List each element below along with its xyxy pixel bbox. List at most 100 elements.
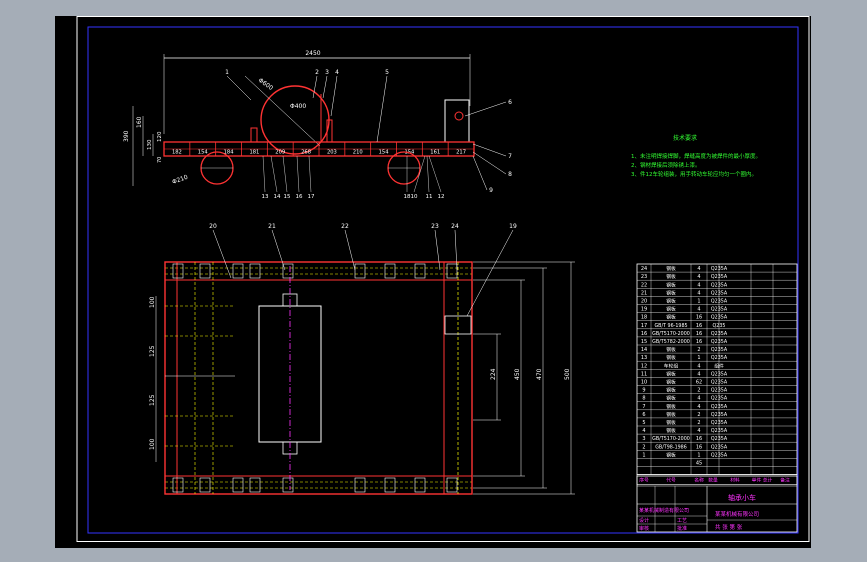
bom-name: 钢板 xyxy=(666,273,676,280)
callout-label: 13 xyxy=(262,194,269,200)
bom-no: 15 xyxy=(641,339,647,345)
bom-qty: 16 xyxy=(696,315,702,321)
bom-header-cell: 备注 xyxy=(780,477,790,484)
title-sheet-count: 共 张 第 张 xyxy=(715,523,743,531)
callout-label: 9 xyxy=(489,187,493,194)
bom-material: Q235A xyxy=(711,452,728,458)
rail-bolt-block xyxy=(199,477,211,493)
callout-label: 8 xyxy=(508,171,512,178)
bom-qty: 4 xyxy=(697,371,700,377)
dim-width-470: 470 xyxy=(536,368,543,380)
title-company: 某某机械有限公司 xyxy=(715,510,759,518)
bom-name: 钢板 xyxy=(666,370,676,377)
callout-label: 22 xyxy=(341,223,349,230)
bottom-rail xyxy=(164,475,473,495)
dim-height-total: 390 xyxy=(123,130,130,142)
top-rail xyxy=(164,261,473,281)
bom-material: Q235 xyxy=(713,323,726,329)
callout-label: 18 xyxy=(404,194,411,200)
bom-qty: 2 xyxy=(697,412,700,418)
bom-qty: 4 xyxy=(697,363,700,369)
bom-name: 钢板 xyxy=(666,411,676,418)
bom-qty: 1 xyxy=(697,452,700,458)
bom-header-cell: 序号 xyxy=(639,477,649,484)
dim-left-3: 125 xyxy=(149,394,156,406)
title-sign-process: 工艺 xyxy=(677,518,687,524)
dim-left-2: 125 xyxy=(149,345,156,357)
callout-label: 11 xyxy=(426,194,433,200)
callout-label: 7 xyxy=(508,153,512,160)
beam-segment-label: 154 xyxy=(198,150,209,156)
bom-no: 18 xyxy=(641,315,647,321)
bom-no: 4 xyxy=(642,428,645,434)
callout-label: 12 xyxy=(438,194,445,200)
dim-left-4: 100 xyxy=(149,438,156,450)
rail-bolt-block xyxy=(172,477,184,493)
dim-height-a: 160 xyxy=(136,116,143,128)
bom-header-cell: 单件 总计 xyxy=(752,477,773,484)
bom-qty: 4 xyxy=(697,404,700,410)
tech-note-2: 2、钢材焊接后须除锈上漆。 xyxy=(631,161,701,169)
dim-width-450: 450 xyxy=(514,368,521,380)
bom-qty: 16 xyxy=(696,323,702,329)
bom-no: 12 xyxy=(641,363,647,369)
bom-no: 24 xyxy=(641,266,647,272)
dim-left-1: 100 xyxy=(149,296,156,308)
bom-name: 钢板 xyxy=(666,306,676,313)
bom-name: 钢板 xyxy=(666,265,676,272)
dim-width-500: 500 xyxy=(564,368,571,380)
beam-segment-label: 182 xyxy=(172,150,182,156)
bom-qty: 4 xyxy=(697,290,700,296)
bom-material: Q235A xyxy=(711,428,728,434)
bom-no: 6 xyxy=(642,412,645,418)
bom-no: 19 xyxy=(641,307,647,313)
callout-label: 15 xyxy=(284,194,291,200)
rail-bolt-block xyxy=(249,477,261,493)
bom-name: 钢板 xyxy=(666,395,676,402)
bom-no: 10 xyxy=(641,380,647,386)
bom-name: 钢板 xyxy=(666,314,676,321)
bom-qty: 62 xyxy=(696,380,702,386)
bom-material: Q235A xyxy=(711,371,728,377)
dim-height-d: 70 xyxy=(157,157,163,163)
bom-qty: 4 xyxy=(697,282,700,288)
cad-viewer: 2450 Φ600 Φ400 182 154 184 181 209 268 203 210 1… xyxy=(0,0,867,562)
bom-no: 21 xyxy=(641,290,647,296)
bom-qty: 4 xyxy=(697,274,700,280)
bom-material: Q235A xyxy=(711,290,728,296)
bom-material: Q235A xyxy=(711,396,728,402)
bom-name: 钢板 xyxy=(666,281,676,288)
callout-label: 17 xyxy=(308,194,315,200)
dim-width-224: 224 xyxy=(490,368,497,380)
bom-name: GB/T5782-2000 xyxy=(652,339,690,345)
callout-label: 24 xyxy=(451,223,459,230)
dim-overall-length: 2450 xyxy=(305,50,320,57)
bom-qty: 4 xyxy=(697,307,700,313)
bom-qty: 16 xyxy=(696,339,702,345)
bom-material: Q235A xyxy=(711,274,728,280)
bom-name: 钢板 xyxy=(666,387,676,394)
bom-no: 3 xyxy=(642,436,645,442)
bom-no: 2 xyxy=(642,444,645,450)
rail-bolt-block xyxy=(384,263,396,279)
callout-label: 16 xyxy=(296,194,303,200)
rail-bolt-block xyxy=(446,477,458,493)
bom-qty: 2 xyxy=(697,347,700,353)
callout-label: 19 xyxy=(509,223,517,230)
bom-qty: 16 xyxy=(696,331,702,337)
rail-bolt-block xyxy=(354,263,366,279)
bom-name: GB/T 96-1985 xyxy=(654,323,687,329)
bom-qty: 4 xyxy=(697,266,700,272)
beam-segment-label: 210 xyxy=(353,150,363,156)
beam-segment-label: 154 xyxy=(379,150,390,156)
tech-note-3: 3、件12车轮组装，用手转动车轮应均匀一个圈内。 xyxy=(631,170,757,178)
rail-bolt-block xyxy=(199,263,211,279)
bom-no: 14 xyxy=(641,347,647,353)
title-org: 某某机械制造有限公司 xyxy=(639,507,689,514)
bom-name: 钢板 xyxy=(666,427,676,434)
callout-label: 23 xyxy=(431,223,439,230)
bom-material: Q235A xyxy=(711,347,728,353)
beam-segment-label: 209 xyxy=(275,150,285,156)
bom-material: Q235A xyxy=(711,266,728,272)
bom-qty: 2 xyxy=(697,388,700,394)
